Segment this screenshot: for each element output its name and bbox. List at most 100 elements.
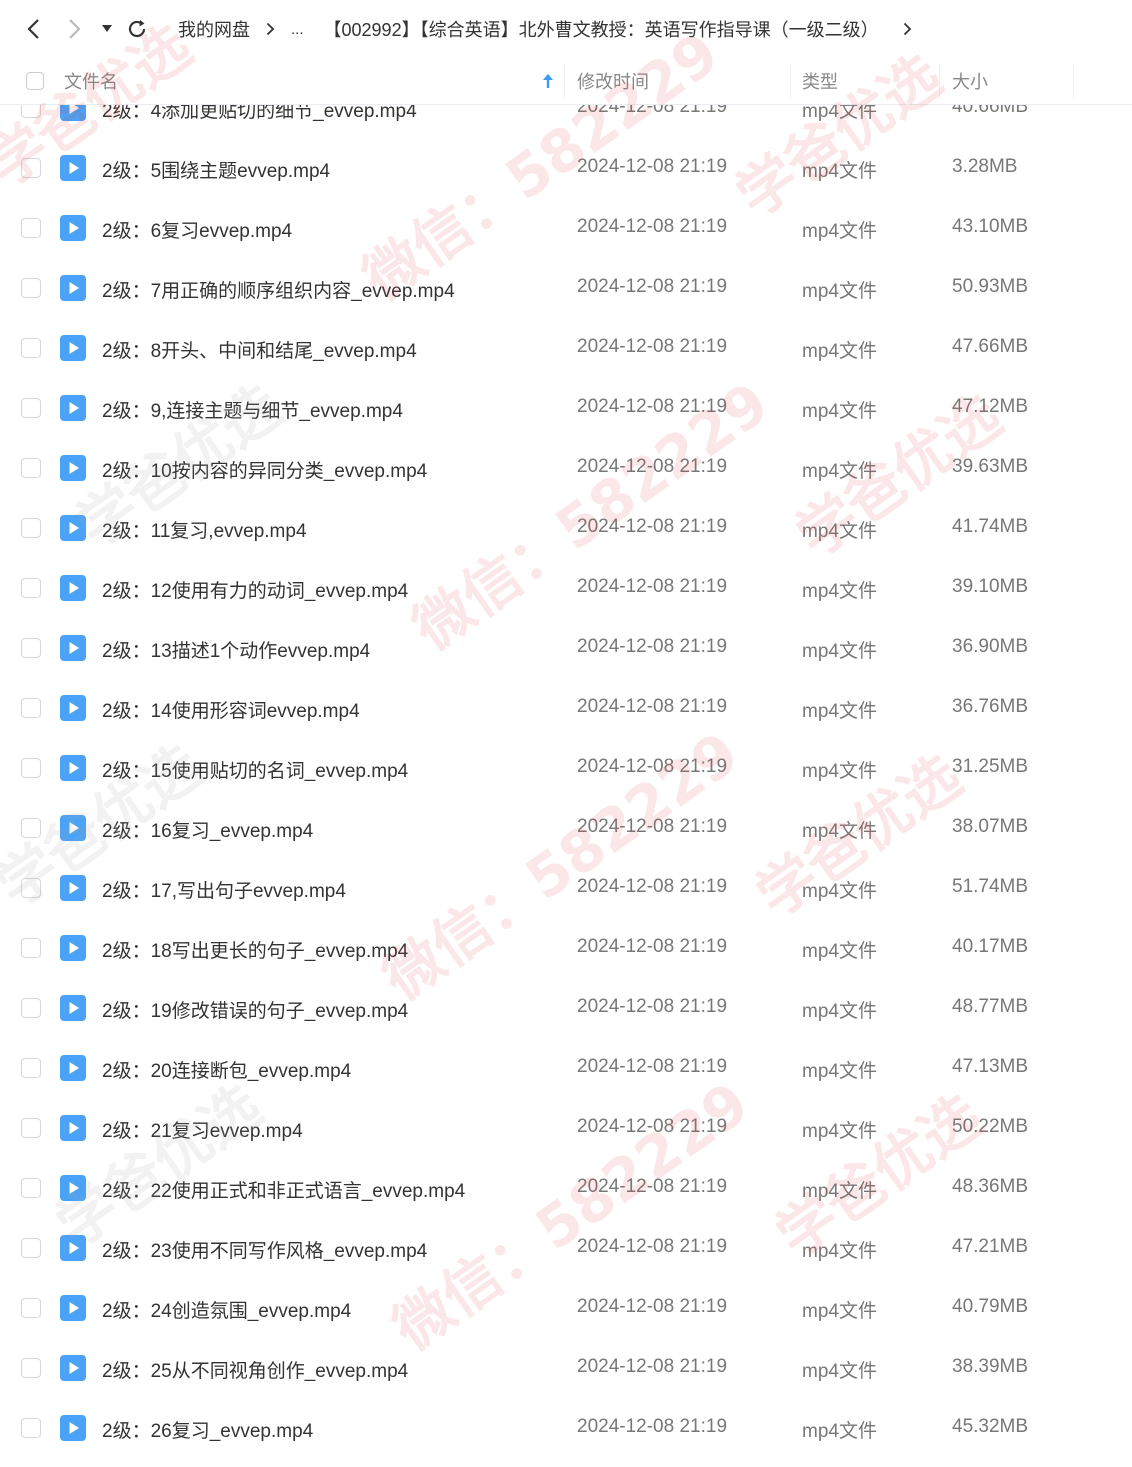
refresh-icon [128,20,146,38]
select-all-checkbox[interactable] [26,72,44,90]
forward-button[interactable] [56,0,94,58]
row-checkbox[interactable] [21,758,41,778]
column-modified-header[interactable]: 修改时间 [577,58,649,104]
file-modified: 2024-12-08 21:19 [577,396,728,417]
row-checkbox[interactable] [21,1298,41,1318]
table-row[interactable]: 2级：12使用有力的动词_evvep.mp4 2024-12-08 21:19 … [0,558,1132,618]
row-checkbox[interactable] [21,458,41,478]
file-name[interactable]: 2级：23使用不同写作风格_evvep.mp4 [102,1236,427,1263]
row-checkbox[interactable] [21,1118,41,1138]
table-row[interactable]: 2级：11复习,evvep.mp4 2024-12-08 21:19 mp4文件… [0,498,1132,558]
file-name[interactable]: 2级：7用正确的顺序组织内容_evvep.mp4 [102,276,455,303]
row-checkbox[interactable] [21,338,41,358]
row-checkbox[interactable] [21,518,41,538]
file-name[interactable]: 2级：14使用形容词evvep.mp4 [102,696,360,723]
row-checkbox[interactable] [21,158,41,178]
file-name[interactable]: 2级：11复习,evvep.mp4 [102,516,307,543]
row-checkbox[interactable] [21,278,41,298]
video-file-icon [60,1175,86,1201]
file-name[interactable]: 2级：22使用正式和非正式语言_evvep.mp4 [102,1176,465,1203]
back-button[interactable] [14,0,52,58]
history-dropdown[interactable] [94,0,120,58]
file-name[interactable]: 2级：20连接断包_evvep.mp4 [102,1056,351,1083]
video-file-icon [60,1295,86,1321]
file-name[interactable]: 2级：18写出更长的句子_evvep.mp4 [102,936,408,963]
file-name[interactable]: 2级：8开头、中间和结尾_evvep.mp4 [102,336,417,363]
video-file-icon [60,155,86,181]
file-name[interactable]: 2级：16复习_evvep.mp4 [102,816,313,843]
breadcrumb-root[interactable]: 我的网盘 [176,16,252,42]
row-checkbox[interactable] [21,1358,41,1378]
table-row[interactable]: 2级：8开头、中间和结尾_evvep.mp4 2024-12-08 21:19 … [0,318,1132,378]
file-type: mp4文件 [802,1061,877,1082]
refresh-button[interactable] [120,0,154,58]
video-file-icon [60,635,86,661]
video-file-icon [60,395,86,421]
file-modified: 2024-12-08 21:19 [577,1296,728,1317]
file-name[interactable]: 2级：25从不同视角创作_evvep.mp4 [102,1356,408,1383]
row-checkbox[interactable] [21,1058,41,1078]
row-checkbox[interactable] [21,698,41,718]
row-checkbox[interactable] [21,878,41,898]
file-modified: 2024-12-08 21:19 [577,156,728,177]
column-name-header[interactable]: 文件名 [64,58,118,104]
table-row[interactable]: 2级：6复习evvep.mp4 2024-12-08 21:19 mp4文件 4… [0,198,1132,258]
column-size-header[interactable]: 大小 [952,58,988,104]
breadcrumb-current[interactable]: 【002992】【综合英语】北外曹文教授：英语写作指导课（一级二级） [322,16,881,42]
table-row[interactable]: 2级：18写出更长的句子_evvep.mp4 2024-12-08 21:19 … [0,918,1132,978]
table-row[interactable]: 2级：10按内容的异同分类_evvep.mp4 2024-12-08 21:19… [0,438,1132,498]
file-name[interactable]: 2级：9,连接主题与细节_evvep.mp4 [102,396,403,423]
table-row[interactable]: 2级：17,写出句子evvep.mp4 2024-12-08 21:19 mp4… [0,858,1132,918]
table-row[interactable]: 2级：25从不同视角创作_evvep.mp4 2024-12-08 21:19 … [0,1338,1132,1398]
table-row[interactable]: 2级：5围绕主题evvep.mp4 2024-12-08 21:19 mp4文件… [0,138,1132,198]
table-row[interactable]: 2级：13描述1个动作evvep.mp4 2024-12-08 21:19 mp… [0,618,1132,678]
video-file-icon [60,455,86,481]
row-checkbox[interactable] [21,398,41,418]
row-checkbox[interactable] [21,1178,41,1198]
row-checkbox[interactable] [21,1418,41,1438]
file-name[interactable]: 2级：13描述1个动作evvep.mp4 [102,636,370,663]
file-size: 47.13MB [952,1056,1029,1077]
table-row[interactable]: 2级：19修改错误的句子_evvep.mp4 2024-12-08 21:19 … [0,978,1132,1038]
table-row[interactable]: 2级：7用正确的顺序组织内容_evvep.mp4 2024-12-08 21:1… [0,258,1132,318]
file-type: mp4文件 [802,701,877,722]
table-row[interactable]: 2级：21复习evvep.mp4 2024-12-08 21:19 mp4文件 … [0,1098,1132,1158]
file-name[interactable]: 2级：6复习evvep.mp4 [102,216,292,243]
table-row[interactable]: 2级：15使用贴切的名词_evvep.mp4 2024-12-08 21:19 … [0,738,1132,798]
breadcrumb-separator-icon [266,22,275,36]
file-name[interactable]: 2级：5围绕主题evvep.mp4 [102,156,330,183]
row-checkbox[interactable] [21,218,41,238]
file-type: mp4文件 [802,521,877,542]
row-checkbox[interactable] [21,638,41,658]
file-name[interactable]: 2级：12使用有力的动词_evvep.mp4 [102,576,408,603]
file-name[interactable]: 2级：15使用贴切的名词_evvep.mp4 [102,756,408,783]
table-row[interactable]: 2级：9,连接主题与细节_evvep.mp4 2024-12-08 21:19 … [0,378,1132,438]
breadcrumb-more-icon[interactable] [903,22,912,36]
row-checkbox[interactable] [21,818,41,838]
file-name[interactable]: 2级：21复习evvep.mp4 [102,1116,303,1143]
table-row[interactable]: 2级：20连接断包_evvep.mp4 2024-12-08 21:19 mp4… [0,1038,1132,1098]
table-row[interactable]: 2级：22使用正式和非正式语言_evvep.mp4 2024-12-08 21:… [0,1158,1132,1218]
table-row[interactable]: 2级：26复习_evvep.mp4 2024-12-08 21:19 mp4文件… [0,1398,1132,1458]
file-name[interactable]: 2级：24创造氛围_evvep.mp4 [102,1296,351,1323]
table-row[interactable]: 2级：23使用不同写作风格_evvep.mp4 2024-12-08 21:19… [0,1218,1132,1278]
file-name[interactable]: 2级：19修改错误的句子_evvep.mp4 [102,996,408,1023]
row-checkbox[interactable] [21,938,41,958]
sort-ascending-icon[interactable] [542,58,554,104]
file-size: 36.90MB [952,636,1029,657]
row-checkbox[interactable] [21,998,41,1018]
file-modified: 2024-12-08 21:19 [577,276,728,297]
video-file-icon [60,1235,86,1261]
breadcrumb-ellipsis[interactable]: ... [289,21,306,38]
file-type: mp4文件 [802,941,877,962]
row-checkbox[interactable] [21,1238,41,1258]
file-name[interactable]: 2级：17,写出句子evvep.mp4 [102,876,346,903]
file-name[interactable]: 2级：10按内容的异同分类_evvep.mp4 [102,456,427,483]
column-type-header[interactable]: 类型 [802,58,838,104]
table-row[interactable]: 2级：16复习_evvep.mp4 2024-12-08 21:19 mp4文件… [0,798,1132,858]
table-row[interactable]: 2级：24创造氛围_evvep.mp4 2024-12-08 21:19 mp4… [0,1278,1132,1338]
row-checkbox[interactable] [21,578,41,598]
table-row[interactable]: 2级：14使用形容词evvep.mp4 2024-12-08 21:19 mp4… [0,678,1132,738]
file-name[interactable]: 2级：26复习_evvep.mp4 [102,1416,313,1443]
file-size: 45.32MB [952,1416,1029,1437]
